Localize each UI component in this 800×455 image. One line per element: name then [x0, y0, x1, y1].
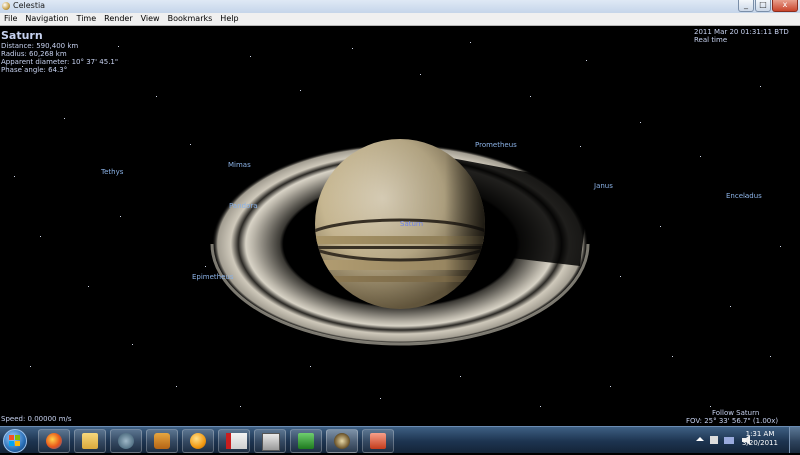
menu-time[interactable]: Time [73, 13, 101, 25]
clock-date: 3/20/2011 [742, 439, 778, 447]
menu-help[interactable]: Help [216, 13, 242, 25]
moon-label-tethys[interactable]: Tethys [101, 168, 123, 176]
taskbar-acrobat[interactable] [218, 429, 250, 453]
celestia-icon [334, 433, 350, 449]
system-clock[interactable]: 1:31 AM 3/20/2011 [734, 430, 786, 448]
moon-label-janus[interactable]: Janus [594, 182, 613, 190]
taskbar-powerpoint[interactable] [362, 429, 394, 453]
taskbar-firefox[interactable] [38, 429, 70, 453]
menu-bookmarks[interactable]: Bookmarks [164, 13, 217, 25]
field-of-view: FOV: 25° 33' 56.7" (1.00x) [686, 417, 779, 425]
maximize-button[interactable]: □ [755, 0, 771, 12]
menu-navigation[interactable]: Navigation [21, 13, 72, 25]
window-controls: _ □ x [738, 0, 798, 12]
minimize-button[interactable]: _ [738, 0, 754, 12]
folder-icon [82, 433, 98, 449]
menu-bar: File Navigation Time Render View Bookmar… [0, 13, 800, 26]
taskbar-excel[interactable] [290, 429, 322, 453]
media-player-icon [154, 433, 170, 449]
moon-label-enceladus[interactable]: Enceladus [726, 192, 762, 200]
close-button[interactable]: x [772, 0, 798, 12]
menu-view[interactable]: View [137, 13, 164, 25]
taskbar-celestia[interactable] [326, 429, 358, 453]
powerpoint-icon [370, 433, 386, 449]
taskbar: 1:31 AM 3/20/2011 [0, 426, 800, 453]
menu-render[interactable]: Render [100, 13, 136, 25]
taskbar-orange-app[interactable] [182, 429, 214, 453]
follow-target: Follow Saturn [712, 409, 760, 417]
app-icon [118, 433, 134, 449]
start-button[interactable] [3, 429, 27, 453]
object-distance: Distance: 590,400 km [1, 42, 79, 50]
window-title: Celestia [13, 1, 46, 10]
planet-label-saturn[interactable]: Saturn [400, 220, 423, 228]
object-apparent-diameter: Apparent diameter: 10° 37' 45.1" [1, 58, 119, 66]
taskbar-explorer[interactable] [74, 429, 106, 453]
program-icon [262, 433, 280, 451]
moon-label-mimas[interactable]: Mimas [228, 161, 251, 169]
moon-label-prometheus[interactable]: Prometheus [475, 141, 517, 149]
menu-file[interactable]: File [0, 13, 21, 25]
moon-label-pandora[interactable]: Pandora [229, 202, 258, 210]
selected-object-name: Saturn [1, 29, 43, 42]
render-viewport[interactable]: Saturn Distance: 590,400 km Radius: 60,2… [0, 26, 800, 426]
moon-label-epimetheus[interactable]: Epimetheus [192, 273, 234, 281]
show-hidden-icons-icon [696, 437, 704, 441]
acrobat-icon [226, 433, 247, 449]
show-desktop-button[interactable] [789, 427, 800, 453]
taskbar-media-player[interactable] [146, 429, 178, 453]
title-bar: Celestia _ □ x [0, 0, 800, 14]
time-mode: Real time [694, 36, 728, 44]
excel-icon [298, 433, 314, 449]
camera-speed: Speed: 0.00000 m/s [1, 415, 72, 423]
simulation-datetime: 2011 Mar 20 01:31:11 BTD [694, 28, 789, 36]
network-icon [724, 437, 734, 444]
celestia-app-icon [2, 2, 10, 10]
taskbar-program[interactable] [254, 429, 286, 453]
object-radius: Radius: 60,268 km [1, 50, 67, 58]
orange-app-icon [190, 433, 206, 449]
taskbar-app[interactable] [110, 429, 142, 453]
object-phase-angle: Phase angle: 64.3° [1, 66, 68, 74]
firefox-icon [46, 433, 62, 449]
action-center-icon [710, 436, 718, 444]
windows-logo-icon [9, 435, 20, 446]
clock-time: 1:31 AM [745, 430, 775, 438]
